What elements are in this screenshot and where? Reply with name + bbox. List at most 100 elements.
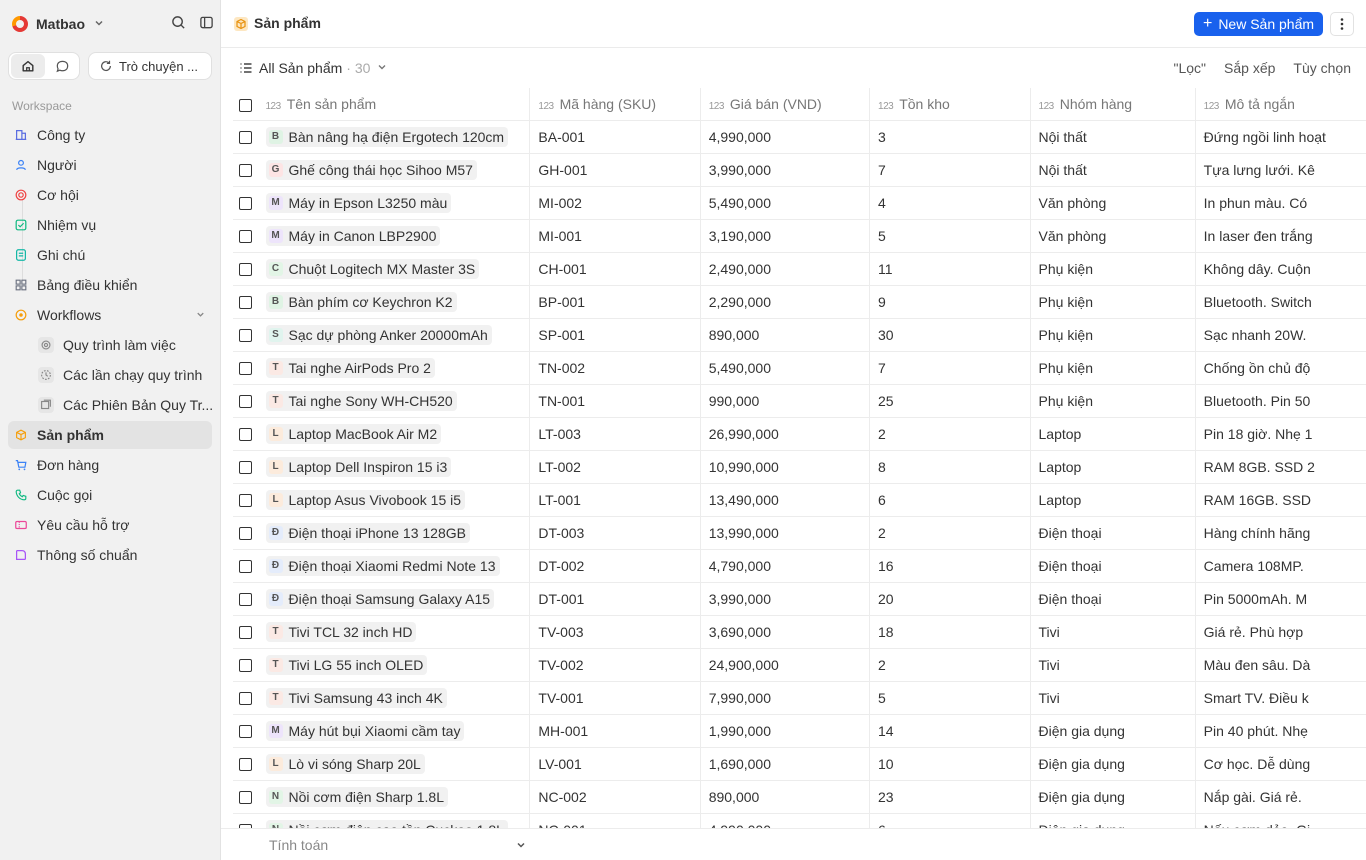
record-chip[interactable]: Đ Điện thoại Samsung Galaxy A15: [265, 588, 495, 609]
sidebar-item-note[interactable]: Ghi chú: [8, 241, 212, 269]
more-options-button[interactable]: [1330, 12, 1354, 36]
description-cell[interactable]: Smart TV. Điều k: [1195, 681, 1366, 715]
product-name-cell[interactable]: NNồi cơm điện cao tần Cuckoo 1.8L: [257, 813, 531, 828]
sidebar-item-checkbox[interactable]: Nhiệm vụ: [8, 211, 212, 239]
price-cell[interactable]: 2,290,000: [700, 285, 871, 319]
group-cell[interactable]: Tivi: [1030, 648, 1196, 682]
product-name-cell[interactable]: S Sạc dự phòng Anker 20000mAh: [257, 318, 531, 352]
stock-cell[interactable]: 7: [869, 351, 1031, 385]
description-cell[interactable]: Sạc nhanh 20W.: [1195, 318, 1366, 352]
calculate-button[interactable]: Tính toán: [269, 837, 328, 853]
price-cell[interactable]: 24,900,000: [700, 648, 871, 682]
row-checkbox[interactable]: [233, 681, 258, 715]
sku-cell[interactable]: CH-001: [529, 252, 701, 286]
record-chip[interactable]: M Máy in Epson L3250 màu: [265, 192, 452, 213]
sku-cell[interactable]: MI-002: [529, 186, 701, 220]
sidebar-item-dashboard[interactable]: Bảng điều khiển: [8, 271, 212, 299]
price-cell[interactable]: 3,690,000: [700, 615, 871, 649]
sku-cell[interactable]: TN-001: [529, 384, 701, 418]
product-name-cell[interactable]: M Máy in Epson L3250 màu: [257, 186, 531, 220]
stock-cell[interactable]: 7: [869, 153, 1031, 187]
product-name-cell[interactable]: Đ Điện thoại Xiaomi Redmi Note 13: [257, 549, 531, 583]
row-checkbox[interactable]: [233, 450, 258, 484]
record-chip[interactable]: L Laptop Asus Vivobook 15 i5: [265, 489, 466, 510]
sku-cell[interactable]: DT-003: [529, 516, 701, 550]
description-cell[interactable]: Bluetooth. Pin 50: [1195, 384, 1366, 418]
row-checkbox[interactable]: [233, 252, 258, 286]
table-row[interactable]: N Nồi cơm điện Sharp 1.8L NC-002 890,000 23 Đ…: [233, 780, 1366, 814]
sku-cell[interactable]: NC-001: [529, 813, 701, 828]
price-cell[interactable]: 3,990,000: [700, 582, 871, 616]
record-chip[interactable]: L Laptop MacBook Air M2: [265, 423, 442, 444]
sidebar-item-workflow[interactable]: Workflows: [8, 301, 212, 329]
group-cell[interactable]: Điện gia dụng: [1030, 714, 1196, 748]
table-row[interactable]: Đ Điện thoại Xiaomi Redmi Note 13 DT-002 4,…: [233, 549, 1366, 583]
table-row[interactable]: Đ Điện thoại iPhone 13 128GB DT-003 13,990,…: [233, 516, 1366, 550]
stock-cell[interactable]: 5: [869, 219, 1031, 253]
sku-cell[interactable]: LT-002: [529, 450, 701, 484]
product-name-cell[interactable]: M Máy hút bụi Xiaomi cầm tay: [257, 714, 531, 748]
description-cell[interactable]: Giá rẻ. Phù hợp: [1195, 615, 1366, 649]
group-cell[interactable]: Laptop: [1030, 483, 1196, 517]
filter-button[interactable]: "Lọc": [1174, 60, 1207, 76]
group-cell[interactable]: Phụ kiện: [1030, 384, 1196, 418]
stock-cell[interactable]: 16: [869, 549, 1031, 583]
record-chip[interactable]: Đ Điện thoại Xiaomi Redmi Note 13: [265, 555, 500, 576]
column-header[interactable]: 123 Giá bán (VND): [700, 88, 871, 121]
price-cell[interactable]: 3,990,000: [700, 153, 871, 187]
sidebar-item-spec[interactable]: Thông số chuẩn: [8, 541, 212, 569]
chevron-down-icon[interactable]: [515, 839, 527, 854]
price-cell[interactable]: 3,190,000: [700, 219, 871, 253]
price-cell[interactable]: 5,490,000: [700, 351, 871, 385]
sidebar-item-user[interactable]: Người: [8, 151, 212, 179]
description-cell[interactable]: In phun màu. Có: [1195, 186, 1366, 220]
price-cell[interactable]: 4,990,000: [700, 120, 871, 154]
price-cell[interactable]: 1,690,000: [700, 747, 871, 781]
new-chat-button[interactable]: Trò chuyện ...: [88, 52, 212, 80]
description-cell[interactable]: Hàng chính hãng: [1195, 516, 1366, 550]
row-checkbox[interactable]: [233, 648, 258, 682]
group-cell[interactable]: Điện thoại: [1030, 549, 1196, 583]
record-chip[interactable]: T Tai nghe Sony WH-CH520: [265, 390, 457, 411]
stock-cell[interactable]: 2: [869, 516, 1031, 550]
stock-cell[interactable]: 3: [869, 120, 1031, 154]
sku-cell[interactable]: LV-001: [529, 747, 701, 781]
sku-cell[interactable]: GH-001: [529, 153, 701, 187]
stock-cell[interactable]: 6: [869, 483, 1031, 517]
product-name-cell[interactable]: Đ Điện thoại iPhone 13 128GB: [257, 516, 531, 550]
product-name-cell[interactable]: T Tivi TCL 32 inch HD: [257, 615, 531, 649]
product-name-cell[interactable]: L Lò vi sóng Sharp 20L: [257, 747, 531, 781]
sku-cell[interactable]: LT-003: [529, 417, 701, 451]
row-checkbox[interactable]: [233, 285, 258, 319]
table-row[interactable]: L Laptop Asus Vivobook 15 i5 LT-001 13,490,…: [233, 483, 1366, 517]
stock-cell[interactable]: 10: [869, 747, 1031, 781]
product-name-cell[interactable]: T Tai nghe Sony WH-CH520: [257, 384, 531, 418]
product-name-cell[interactable]: M Máy in Canon LBP2900: [257, 219, 531, 253]
collapse-sidebar-icon[interactable]: [198, 14, 214, 30]
description-cell[interactable]: RAM 8GB. SSD 2: [1195, 450, 1366, 484]
chat-bubble-icon[interactable]: [45, 54, 79, 78]
group-cell[interactable]: Tivi: [1030, 681, 1196, 715]
group-cell[interactable]: Laptop: [1030, 450, 1196, 484]
record-chip[interactable]: G Ghế công thái học Sihoo M57: [265, 159, 477, 180]
row-checkbox[interactable]: [233, 417, 258, 451]
record-chip[interactable]: M Máy hút bụi Xiaomi cầm tay: [265, 720, 465, 741]
sidebar-item-ticket[interactable]: Yêu cầu hỗ trợ: [8, 511, 212, 539]
row-checkbox[interactable]: [233, 120, 258, 154]
table-row[interactable]: B Bàn phím cơ Keychron K2 BP-001 2,290,000 9…: [233, 285, 1366, 319]
row-checkbox[interactable]: [233, 582, 258, 616]
sku-cell[interactable]: DT-001: [529, 582, 701, 616]
column-header[interactable]: 123 Nhóm hàng: [1030, 88, 1196, 121]
group-cell[interactable]: Tivi: [1030, 615, 1196, 649]
product-name-cell[interactable]: Đ Điện thoại Samsung Galaxy A15: [257, 582, 531, 616]
description-cell[interactable]: Pin 40 phút. Nhẹ: [1195, 714, 1366, 748]
sku-cell[interactable]: DT-002: [529, 549, 701, 583]
stock-cell[interactable]: 25: [869, 384, 1031, 418]
column-header[interactable]: 123 Tồn kho: [869, 88, 1031, 121]
row-checkbox[interactable]: [233, 780, 258, 814]
price-cell[interactable]: 7,990,000: [700, 681, 871, 715]
description-cell[interactable]: RAM 16GB. SSD: [1195, 483, 1366, 517]
product-name-cell[interactable]: L Laptop MacBook Air M2: [257, 417, 531, 451]
group-cell[interactable]: Điện thoại: [1030, 516, 1196, 550]
description-cell[interactable]: Không dây. Cuộn: [1195, 252, 1366, 286]
